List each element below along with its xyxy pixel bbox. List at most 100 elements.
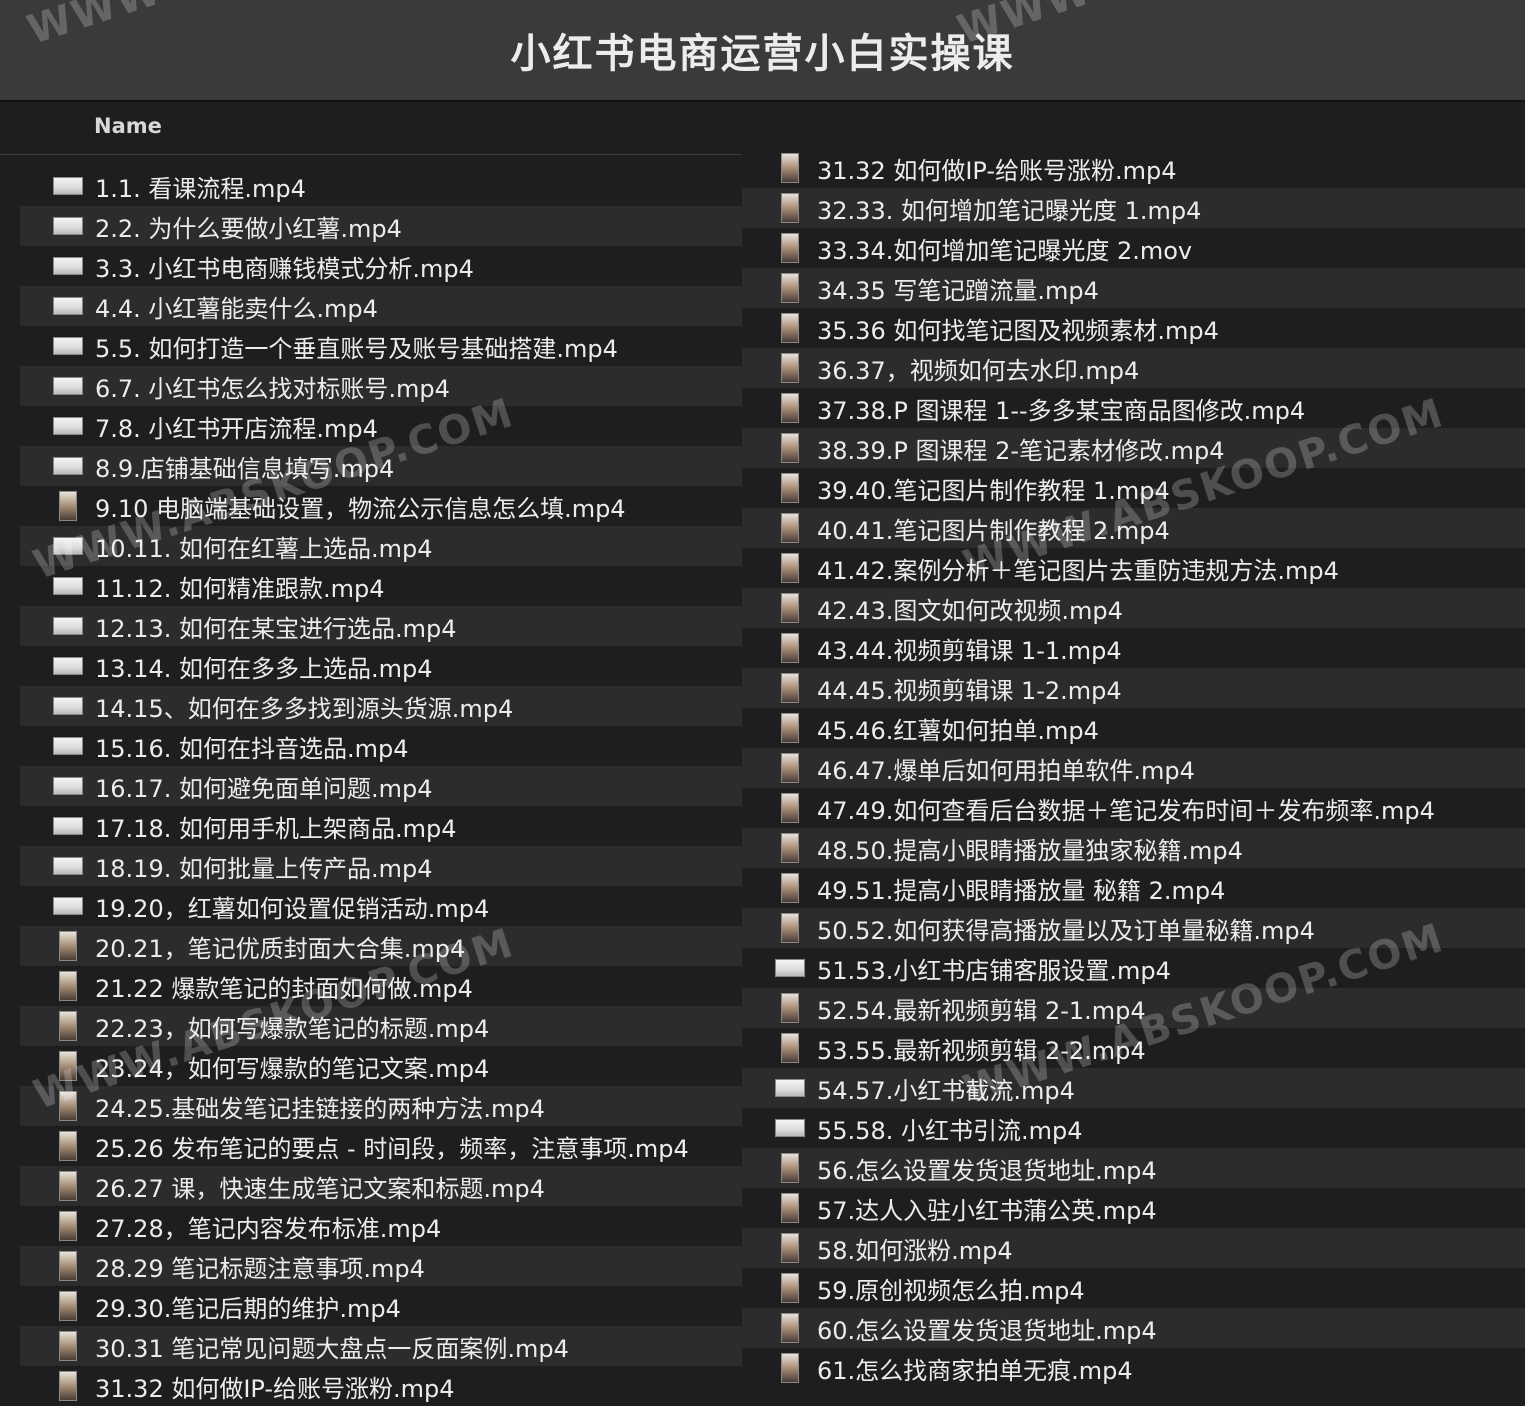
file-row[interactable]: 58.如何涨粉.mp4 bbox=[742, 1228, 1525, 1268]
video-thumbnail-icon bbox=[781, 593, 799, 623]
file-row[interactable]: 28.29 笔记标题注意事项.mp4 bbox=[20, 1246, 742, 1286]
file-row[interactable]: 3.3. 小红书电商赚钱模式分析.mp4 bbox=[20, 246, 742, 286]
file-row[interactable]: 55.58. 小红书引流.mp4 bbox=[742, 1108, 1525, 1148]
file-row[interactable]: 23.24，如何写爆款的笔记文案.mp4 bbox=[20, 1046, 742, 1086]
file-row[interactable]: 11.12. 如何精准跟款.mp4 bbox=[20, 566, 742, 606]
file-name: 25.26 发布笔记的要点 - 时间段，频率，注意事项.mp4 bbox=[95, 1134, 689, 1163]
file-row[interactable]: 47.49.如何查看后台数据＋笔记发布时间＋发布频率.mp4 bbox=[742, 788, 1525, 828]
file-row[interactable]: 17.18. 如何用手机上架商品.mp4 bbox=[20, 806, 742, 846]
name-column-header[interactable]: Name bbox=[94, 114, 162, 138]
file-row[interactable]: 4.4. 小红薯能卖什么.mp4 bbox=[20, 286, 742, 326]
video-thumbnail-icon bbox=[53, 537, 83, 555]
file-row[interactable]: 60.怎么设置发货退货地址.mp4 bbox=[742, 1308, 1525, 1348]
file-row[interactable]: 21.22 爆款笔记的封面如何做.mp4 bbox=[20, 966, 742, 1006]
file-row[interactable]: 16.17. 如何避免面单问题.mp4 bbox=[20, 766, 742, 806]
file-row[interactable]: 53.55.最新视频剪辑 2-2.mp4 bbox=[742, 1028, 1525, 1068]
video-thumbnail-icon bbox=[53, 377, 83, 395]
file-name: 8.9.店铺基础信息填写.mp4 bbox=[95, 454, 395, 483]
file-row[interactable]: 44.45.视频剪辑课 1-2.mp4 bbox=[742, 668, 1525, 708]
file-row[interactable]: 38.39.P 图课程 2-笔记素材修改.mp4 bbox=[742, 428, 1525, 468]
file-row[interactable]: 25.26 发布笔记的要点 - 时间段，频率，注意事项.mp4 bbox=[20, 1126, 742, 1166]
file-row[interactable]: 24.25.基础发笔记挂链接的两种方法.mp4 bbox=[20, 1086, 742, 1126]
file-row[interactable]: 39.40.笔记图片制作教程 1.mp4 bbox=[742, 468, 1525, 508]
file-row[interactable]: 12.13. 如何在某宝进行选品.mp4 bbox=[20, 606, 742, 646]
file-name: 59.原创视频怎么拍.mp4 bbox=[817, 1276, 1085, 1305]
file-row[interactable]: 50.52.如何获得高播放量以及订单量秘籍.mp4 bbox=[742, 908, 1525, 948]
file-row[interactable]: 15.16. 如何在抖音选品.mp4 bbox=[20, 726, 742, 766]
video-thumbnail-icon bbox=[781, 553, 799, 583]
file-row[interactable]: 8.9.店铺基础信息填写.mp4 bbox=[20, 446, 742, 486]
file-name: 45.46.红薯如何拍单.mp4 bbox=[817, 716, 1099, 745]
file-name: 1.1. 看课流程.mp4 bbox=[95, 174, 306, 203]
video-thumbnail-icon bbox=[781, 673, 799, 703]
file-name: 46.47.爆单后如何用拍单软件.mp4 bbox=[817, 756, 1195, 785]
video-thumbnail-icon bbox=[53, 737, 83, 755]
file-name: 28.29 笔记标题注意事项.mp4 bbox=[95, 1254, 425, 1283]
file-row[interactable]: 59.原创视频怎么拍.mp4 bbox=[742, 1268, 1525, 1308]
file-row[interactable]: 6.7. 小红书怎么找对标账号.mp4 bbox=[20, 366, 742, 406]
file-row[interactable]: 57.达人入驻小红书蒲公英.mp4 bbox=[742, 1188, 1525, 1228]
file-row[interactable]: 46.47.爆单后如何用拍单软件.mp4 bbox=[742, 748, 1525, 788]
file-row[interactable]: 36.37，视频如何去水印.mp4 bbox=[742, 348, 1525, 388]
file-name: 48.50.提高小眼睛播放量独家秘籍.mp4 bbox=[817, 836, 1243, 865]
file-row[interactable]: 19.20，红薯如何设置促销活动.mp4 bbox=[20, 886, 742, 926]
file-row[interactable]: 40.41.笔记图片制作教程 2.mp4 bbox=[742, 508, 1525, 548]
file-row[interactable]: 20.21，笔记优质封面大合集.mp4 bbox=[20, 926, 742, 966]
file-name: 54.57.小红书截流.mp4 bbox=[817, 1076, 1075, 1105]
video-thumbnail-icon bbox=[781, 873, 799, 903]
file-name: 17.18. 如何用手机上架商品.mp4 bbox=[95, 814, 457, 843]
file-name: 44.45.视频剪辑课 1-2.mp4 bbox=[817, 676, 1122, 705]
file-row[interactable]: 10.11. 如何在红薯上选品.mp4 bbox=[20, 526, 742, 566]
file-row[interactable]: 31.32 如何做IP-给账号涨粉.mp4 bbox=[20, 1366, 742, 1406]
file-row[interactable]: 33.34.如何增加笔记曝光度 2.mov bbox=[742, 228, 1525, 268]
video-thumbnail-icon bbox=[781, 833, 799, 863]
file-row[interactable]: 31.32 如何做IP-给账号涨粉.mp4 bbox=[742, 148, 1525, 188]
file-row[interactable]: 32.33. 如何增加笔记曝光度 1.mp4 bbox=[742, 188, 1525, 228]
file-row[interactable]: 29.30.笔记后期的维护.mp4 bbox=[20, 1286, 742, 1326]
file-row[interactable]: 2.2. 为什么要做小红薯.mp4 bbox=[20, 206, 742, 246]
file-row[interactable]: 45.46.红薯如何拍单.mp4 bbox=[742, 708, 1525, 748]
file-row[interactable]: 37.38.P 图课程 1--多多某宝商品图修改.mp4 bbox=[742, 388, 1525, 428]
file-row[interactable]: 54.57.小红书截流.mp4 bbox=[742, 1068, 1525, 1108]
video-thumbnail-icon bbox=[53, 777, 83, 795]
video-thumbnail-icon bbox=[53, 337, 83, 355]
video-thumbnail-icon bbox=[781, 713, 799, 743]
file-row[interactable]: 56.怎么设置发货退货地址.mp4 bbox=[742, 1148, 1525, 1188]
video-thumbnail-icon bbox=[53, 857, 83, 875]
file-row[interactable]: 42.43.图文如何改视频.mp4 bbox=[742, 588, 1525, 628]
file-row[interactable]: 27.28，笔记内容发布标准.mp4 bbox=[20, 1206, 742, 1246]
file-name: 3.3. 小红书电商赚钱模式分析.mp4 bbox=[95, 254, 474, 283]
file-name: 14.15、如何在多多找到源头货源.mp4 bbox=[95, 694, 514, 723]
file-row[interactable]: 5.5. 如何打造一个垂直账号及账号基础搭建.mp4 bbox=[20, 326, 742, 366]
file-row[interactable]: 35.36 如何找笔记图及视频素材.mp4 bbox=[742, 308, 1525, 348]
file-name: 56.怎么设置发货退货地址.mp4 bbox=[817, 1156, 1157, 1185]
file-row[interactable]: 34.35 写笔记蹭流量.mp4 bbox=[742, 268, 1525, 308]
file-row[interactable]: 43.44.视频剪辑课 1-1.mp4 bbox=[742, 628, 1525, 668]
file-name: 36.37，视频如何去水印.mp4 bbox=[817, 356, 1140, 385]
file-row[interactable]: 49.51.提高小眼睛播放量 秘籍 2.mp4 bbox=[742, 868, 1525, 908]
file-row[interactable]: 1.1. 看课流程.mp4 bbox=[20, 166, 742, 206]
file-name: 26.27 课，快速生成笔记文案和标题.mp4 bbox=[95, 1174, 545, 1203]
video-thumbnail-icon bbox=[781, 313, 799, 343]
video-thumbnail-icon bbox=[781, 913, 799, 943]
video-thumbnail-icon bbox=[59, 1371, 77, 1401]
file-row[interactable]: 52.54.最新视频剪辑 2-1.mp4 bbox=[742, 988, 1525, 1028]
video-thumbnail-icon bbox=[53, 577, 83, 595]
file-row[interactable]: 9.10 电脑端基础设置，物流公示信息怎么填.mp4 bbox=[20, 486, 742, 526]
file-row[interactable]: 48.50.提高小眼睛播放量独家秘籍.mp4 bbox=[742, 828, 1525, 868]
file-row[interactable]: 30.31 笔记常见问题大盘点一反面案例.mp4 bbox=[20, 1326, 742, 1366]
video-thumbnail-icon bbox=[53, 617, 83, 635]
file-row[interactable]: 22.23，如何写爆款笔记的标题.mp4 bbox=[20, 1006, 742, 1046]
file-row[interactable]: 26.27 课，快速生成笔记文案和标题.mp4 bbox=[20, 1166, 742, 1206]
file-row[interactable]: 18.19. 如何批量上传产品.mp4 bbox=[20, 846, 742, 886]
video-thumbnail-icon bbox=[781, 1353, 799, 1383]
file-name: 5.5. 如何打造一个垂直账号及账号基础搭建.mp4 bbox=[95, 334, 618, 363]
file-row[interactable]: 7.8. 小红书开店流程.mp4 bbox=[20, 406, 742, 446]
file-row[interactable]: 51.53.小红书店铺客服设置.mp4 bbox=[742, 948, 1525, 988]
file-row[interactable]: 14.15、如何在多多找到源头货源.mp4 bbox=[20, 686, 742, 726]
file-row[interactable]: 13.14. 如何在多多上选品.mp4 bbox=[20, 646, 742, 686]
file-row[interactable]: 41.42.案例分析＋笔记图片去重防违规方法.mp4 bbox=[742, 548, 1525, 588]
file-name: 16.17. 如何避免面单问题.mp4 bbox=[95, 774, 433, 803]
file-row[interactable]: 61.怎么找商家拍单无痕.mp4 bbox=[742, 1348, 1525, 1388]
file-name: 58.如何涨粉.mp4 bbox=[817, 1236, 1013, 1265]
